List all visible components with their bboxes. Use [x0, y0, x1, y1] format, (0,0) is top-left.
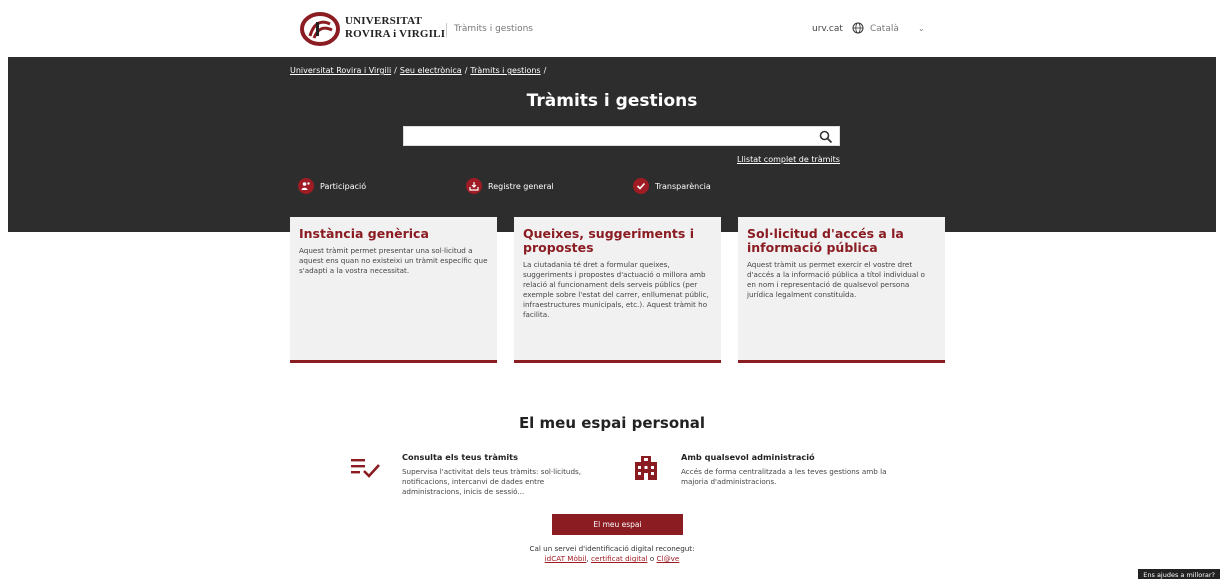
- personal-space-title: El meu espai personal: [518, 414, 706, 432]
- card-sollicitud-acces[interactable]: Sol·licitud d'accés a la informació públ…: [738, 217, 945, 363]
- quick-link-transparencia[interactable]: Transparència: [633, 178, 711, 194]
- idcat-mobil-link[interactable]: idCAT Mòbil: [545, 554, 587, 563]
- urv-logo[interactable]: [300, 12, 340, 46]
- university-name-line1: UNIVERSITAT: [345, 15, 422, 27]
- download-tray-icon: [466, 178, 482, 194]
- card-description: Aquest tràmit permet presentar una sol·l…: [299, 246, 488, 275]
- personal-space-item-title: Consulta els teus tràmits: [402, 452, 518, 462]
- breadcrumb-item-seu[interactable]: Seu electrònica: [400, 66, 462, 75]
- personal-space-item-tramits: Consulta els teus tràmits Supervisa l'ac…: [402, 452, 602, 497]
- university-name-line2: ROVIRA i VIRGILI: [345, 28, 446, 40]
- page-title: Tràmits i gestions: [526, 91, 698, 111]
- personal-space-item-text: Supervisa l'activitat dels teus tràmits:…: [402, 467, 582, 496]
- checkmark-icon: [633, 178, 649, 194]
- header-divider: [446, 23, 447, 37]
- personal-space-item-text: Accés de forma centralitzada a les teves…: [681, 467, 887, 486]
- chevron-down-icon[interactable]: ⌄: [918, 24, 925, 33]
- breadcrumb-separator: /: [543, 66, 547, 75]
- quick-link-label: Participació: [320, 181, 367, 191]
- quick-link-label: Registre general: [488, 181, 554, 191]
- personal-space-item-administracio: Amb qualsevol administració Accés de for…: [681, 452, 891, 487]
- identification-text: Cal un servei d'identificació digital re…: [529, 544, 695, 553]
- language-selector[interactable]: Català: [870, 24, 899, 34]
- full-list-link[interactable]: Llistat complet de tràmits: [737, 155, 840, 164]
- search-icon[interactable]: [819, 130, 833, 144]
- card-title[interactable]: Instància genèrica: [299, 227, 488, 241]
- breadcrumb-separator: /: [394, 66, 397, 75]
- clave-link[interactable]: Cl@ve: [656, 554, 679, 563]
- section-title: Tràmits i gestions: [454, 24, 533, 34]
- certificat-digital-link[interactable]: certificat digital: [591, 554, 647, 563]
- el-meu-espai-button[interactable]: El meu espai: [552, 514, 683, 535]
- quick-link-label: Transparència: [655, 181, 711, 191]
- identification-note: Cal un servei d'identificació digital re…: [0, 544, 1224, 564]
- quick-link-registre[interactable]: Registre general: [466, 178, 554, 194]
- breadcrumb: Universitat Rovira i Virgili / Seu electrò…: [290, 66, 549, 75]
- building-icon: [635, 456, 657, 480]
- feedback-button[interactable]: Ens ajudes a millorar?: [1138, 569, 1220, 579]
- breadcrumb-item-tramits[interactable]: Tràmits i gestions: [470, 66, 540, 75]
- card-title[interactable]: Sol·licitud d'accés a la informació públ…: [747, 227, 936, 255]
- list-check-icon: [351, 459, 380, 478]
- globe-icon: [852, 22, 864, 34]
- quick-link-participacio[interactable]: Participació: [298, 178, 366, 194]
- breadcrumb-separator: /: [464, 66, 468, 75]
- card-title[interactable]: Queixes, suggeriments i propostes: [523, 227, 712, 255]
- card-queixes[interactable]: Queixes, suggeriments i propostes La ciu…: [514, 217, 721, 363]
- site-header: UNIVERSITAT ROVIRA i VIRGILI Tràmits i g…: [0, 0, 1224, 57]
- participation-icon: [298, 178, 314, 194]
- urv-link[interactable]: urv.cat: [812, 24, 843, 34]
- card-instancia-generica[interactable]: Instància genèrica Aquest tràmit permet …: [290, 217, 497, 363]
- personal-space-item-title: Amb qualsevol administració: [681, 452, 815, 462]
- university-name[interactable]: UNIVERSITAT ROVIRA i VIRGILI: [345, 15, 445, 41]
- search-input[interactable]: [403, 126, 840, 146]
- ident-or: o: [649, 554, 655, 563]
- card-description: Aquest tràmit us permet exercir el vostr…: [747, 260, 925, 299]
- breadcrumb-item-urv[interactable]: Universitat Rovira i Virgili: [290, 66, 391, 75]
- card-description: La ciutadania té dret a formular queixes…: [523, 260, 709, 319]
